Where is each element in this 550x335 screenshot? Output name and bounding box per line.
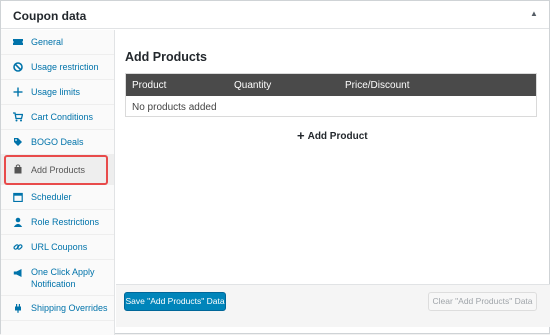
tab-label: One Click Apply Notification xyxy=(31,267,95,289)
tab-add-products[interactable]: Add Products xyxy=(1,155,114,185)
products-table: Product Quantity Price/Discount No produ… xyxy=(125,73,537,117)
plus-icon: + xyxy=(297,128,305,143)
tab-role-restrictions[interactable]: Role Restrictions xyxy=(1,210,114,235)
cart-icon xyxy=(13,112,23,122)
collapse-toggle-icon[interactable]: ▲ xyxy=(529,9,539,19)
panel-title: Coupon data xyxy=(13,9,87,23)
tab-usage-limits[interactable]: Usage limits xyxy=(1,80,114,105)
plugin-icon xyxy=(15,304,21,313)
tab-url-coupons[interactable]: URL Coupons xyxy=(1,235,114,260)
panel-footer: Save "Add Products" Data Clear "Add Prod… xyxy=(116,284,550,327)
tab-scheduler[interactable]: Scheduler xyxy=(1,185,114,210)
calendar-icon xyxy=(13,192,23,202)
table-header-row: Product Quantity Price/Discount xyxy=(126,74,536,96)
megaphone-icon xyxy=(13,269,22,277)
tab-cart-conditions[interactable]: Cart Conditions xyxy=(1,105,114,130)
column-header-product: Product xyxy=(132,80,167,91)
tab-label: Cart Conditions xyxy=(31,112,94,122)
save-add-products-button[interactable]: Save "Add Products" Data xyxy=(124,292,226,311)
section-title: Add Products xyxy=(125,50,207,64)
tab-label: Scheduler xyxy=(31,192,72,202)
plus-arrows-icon xyxy=(13,87,23,97)
tab-label: Add Products xyxy=(31,165,86,175)
tab-shipping-overrides[interactable]: Shipping Overrides xyxy=(1,296,114,321)
add-product-label: Add Product xyxy=(307,131,368,142)
tab-usage-restriction[interactable]: Usage restriction xyxy=(1,55,114,80)
tab-one-click-apply-notification[interactable]: One Click Apply Notification xyxy=(1,260,114,296)
tab-label: Role Restrictions xyxy=(31,217,100,227)
tab-label: Usage restriction xyxy=(31,62,99,72)
tab-bogo-deals[interactable]: BOGO Deals xyxy=(1,130,114,155)
add-product-button[interactable]: + Add Product xyxy=(297,128,368,143)
clear-add-products-button[interactable]: Clear "Add Products" Data xyxy=(428,292,537,311)
no-entry-icon xyxy=(13,62,23,72)
link-icon xyxy=(13,244,23,250)
ticket-icon xyxy=(13,39,23,45)
panel-header: Coupon data ▲ xyxy=(1,1,549,29)
bag-icon xyxy=(14,164,22,174)
empty-table-message: No products added xyxy=(132,102,217,113)
tab-label: General xyxy=(31,37,64,47)
column-header-price-discount: Price/Discount xyxy=(345,80,410,91)
tab-label: Shipping Overrides xyxy=(31,303,108,313)
add-products-panel: Add Products Product Quantity Price/Disc… xyxy=(116,30,550,335)
tab-label: BOGO Deals xyxy=(31,137,84,147)
coupon-data-panel: Coupon data ▲ General Usage restriction … xyxy=(0,0,550,335)
user-icon xyxy=(13,217,23,227)
tab-label: Usage limits xyxy=(31,87,81,97)
tab-general[interactable]: General xyxy=(1,30,114,55)
coupon-tabs-sidebar: General Usage restriction Usage limits C… xyxy=(1,30,115,335)
column-header-quantity: Quantity xyxy=(234,80,272,91)
tags-icon xyxy=(14,138,22,146)
tab-label: URL Coupons xyxy=(31,242,88,252)
